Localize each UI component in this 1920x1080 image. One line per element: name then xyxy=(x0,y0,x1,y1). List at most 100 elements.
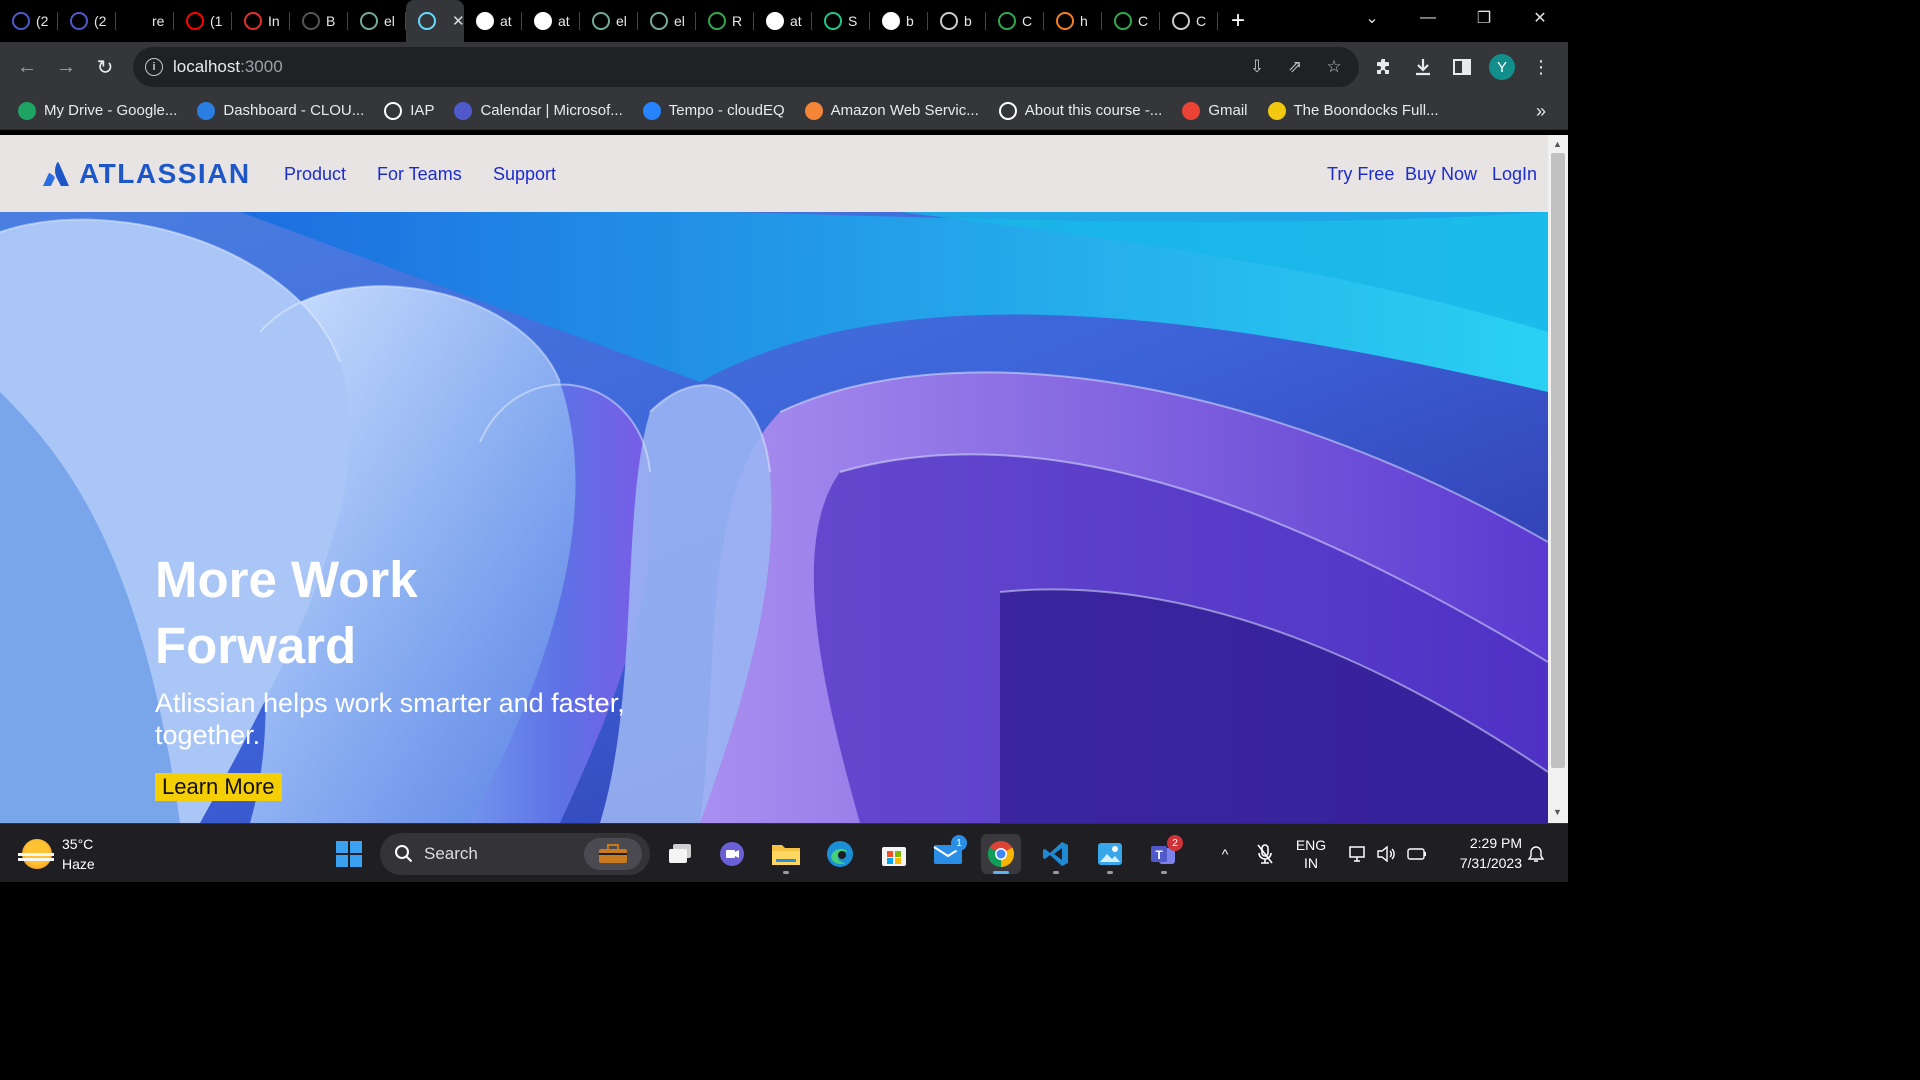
downloads-icon[interactable] xyxy=(1410,54,1436,80)
taskbar-search[interactable]: Search xyxy=(380,833,650,875)
windows-taskbar: 35°C Haze Search 1 T 2 ^ ENG IN 2:29 PM … xyxy=(0,823,1568,882)
atlassian-logo[interactable]: ATLASSIAN xyxy=(43,158,251,190)
bookmark-item[interactable]: Gmail xyxy=(1182,101,1248,120)
browser-tab[interactable]: el xyxy=(348,0,406,42)
volume-icon[interactable] xyxy=(1374,824,1398,883)
bookmark-star-icon[interactable]: ☆ xyxy=(1322,57,1346,77)
share-icon[interactable]: ⇗ xyxy=(1283,57,1307,77)
bookmark-list: My Drive - Google... Dashboard - CLOU... I… xyxy=(18,101,1459,120)
nav-link-product[interactable]: Product xyxy=(284,164,346,185)
search-highlight-icon xyxy=(584,838,642,870)
browser-tab[interactable]: (2 xyxy=(58,0,116,42)
nav-link-support[interactable]: Support xyxy=(493,164,556,185)
browser-tab[interactable]: C xyxy=(1160,0,1218,42)
scroll-down-icon[interactable]: ▼ xyxy=(1553,807,1562,817)
restore-button[interactable]: ❐ xyxy=(1456,0,1512,36)
notification-icon[interactable] xyxy=(1524,824,1548,883)
mic-muted-icon[interactable] xyxy=(1246,824,1284,883)
bookmark-item[interactable]: IAP xyxy=(384,101,434,120)
nav-link-for-teams[interactable]: For Teams xyxy=(377,164,462,185)
chrome-icon[interactable] xyxy=(981,834,1021,874)
nav-link-buy-now[interactable]: Buy Now xyxy=(1405,164,1477,185)
tab-title: el xyxy=(616,13,627,29)
browser-tab[interactable]: h xyxy=(1044,0,1102,42)
bookmark-item[interactable]: Tempo - cloudEQ xyxy=(642,101,785,120)
browser-tab[interactable]: C xyxy=(1102,0,1160,42)
close-tab-icon[interactable]: ✕ xyxy=(452,12,464,30)
language-indicator[interactable]: ENG IN xyxy=(1292,824,1330,883)
bookmark-item[interactable]: Dashboard - CLOU... xyxy=(197,101,364,120)
region-code: IN xyxy=(1304,854,1318,871)
running-indicator xyxy=(1107,871,1113,874)
browser-tab[interactable]: (2 xyxy=(0,0,58,42)
menu-kebab-icon[interactable]: ⋮ xyxy=(1528,54,1554,80)
browser-tab[interactable]: re xyxy=(116,0,174,42)
bookmark-item[interactable]: My Drive - Google... xyxy=(18,101,177,120)
hero-section: More Work Forward Atlissian helps work s… xyxy=(0,212,1548,823)
install-app-icon[interactable]: ⇩ xyxy=(1245,57,1269,77)
photos-icon[interactable] xyxy=(1090,834,1130,874)
page-scrollbar[interactable]: ▲ ▼ xyxy=(1548,135,1568,823)
profile-avatar[interactable]: Y xyxy=(1489,54,1515,80)
bookmark-item[interactable]: The Boondocks Full... xyxy=(1267,101,1439,120)
start-button[interactable] xyxy=(329,834,369,874)
clock-date: 7/31/2023 xyxy=(1459,855,1522,871)
browser-tab[interactable]: b xyxy=(928,0,986,42)
vuetify-icon xyxy=(824,12,842,30)
browser-toolbar: ← → ↻ i localhost:3000 ⇩ ⇗ ☆ Y ⋮ xyxy=(0,42,1568,92)
new-tab-button[interactable]: + xyxy=(1218,0,1258,42)
tab-title: (2 xyxy=(36,13,49,29)
nav-link-login[interactable]: LogIn xyxy=(1492,164,1537,185)
task-view-icon[interactable] xyxy=(660,834,700,874)
browser-tab[interactable]: In xyxy=(232,0,290,42)
battery-icon[interactable] xyxy=(1403,824,1431,883)
browser-tab[interactable]: C xyxy=(986,0,1044,42)
site-info-icon[interactable]: i xyxy=(145,58,163,76)
show-hidden-icons[interactable]: ^ xyxy=(1212,824,1238,883)
network-icon[interactable] xyxy=(1344,824,1372,883)
scroll-up-icon[interactable]: ▲ xyxy=(1553,139,1562,149)
weather-widget[interactable]: 35°C Haze xyxy=(18,834,95,874)
tab-title: C xyxy=(1022,13,1033,29)
browser-tab[interactable]: el xyxy=(638,0,696,42)
running-indicator xyxy=(1053,871,1059,874)
tab-search-icon[interactable]: ⌄ xyxy=(1344,0,1400,36)
learn-more-button[interactable]: Learn More xyxy=(155,773,282,801)
browser-tab[interactable]: at xyxy=(754,0,812,42)
file-explorer-icon[interactable] xyxy=(766,834,806,874)
browser-tab[interactable]: (1 xyxy=(174,0,232,42)
microsoft-store-icon[interactable] xyxy=(874,834,914,874)
close-window-button[interactable]: ✕ xyxy=(1512,0,1568,36)
bookmark-item[interactable]: About this course -... xyxy=(998,101,1162,120)
browser-tab[interactable]: R xyxy=(696,0,754,42)
browser-tab[interactable]: S xyxy=(812,0,870,42)
w-icon xyxy=(998,12,1016,30)
forward-button[interactable]: → xyxy=(51,52,81,82)
bookmark-item[interactable]: Amazon Web Servic... xyxy=(804,101,979,120)
teams-chat-icon[interactable] xyxy=(712,834,752,874)
extensions-icon[interactable] xyxy=(1371,54,1397,80)
edge-browser-icon[interactable] xyxy=(820,834,860,874)
back-button[interactable]: ← xyxy=(12,52,42,82)
tab-list: (2 (2 re (1 In Bel ✕ at at el el Rat Sb b Ch C C xyxy=(0,0,1218,42)
teams-icon[interactable]: T 2 xyxy=(1144,834,1184,874)
mail-icon[interactable]: 1 xyxy=(928,834,968,874)
browser-tab[interactable]: B xyxy=(290,0,348,42)
system-clock[interactable]: 2:29 PM 7/31/2023 xyxy=(1440,833,1522,873)
browser-tab[interactable]: at xyxy=(522,0,580,42)
address-bar[interactable]: i localhost:3000 ⇩ ⇗ ☆ xyxy=(133,47,1359,87)
scroll-thumb[interactable] xyxy=(1551,153,1565,768)
minimize-button[interactable]: — xyxy=(1400,0,1456,36)
more-bookmarks-button[interactable]: » xyxy=(1536,101,1546,122)
browser-tab-active[interactable]: ✕ xyxy=(406,0,464,42)
aws-icon xyxy=(804,101,823,120)
reload-button[interactable]: ↻ xyxy=(90,52,120,82)
bookmark-item[interactable]: Calendar | Microsof... xyxy=(454,101,623,120)
browser-tab[interactable]: b xyxy=(870,0,928,42)
browser-tab[interactable]: at xyxy=(464,0,522,42)
url-text[interactable]: localhost:3000 xyxy=(173,57,283,77)
browser-tab[interactable]: el xyxy=(580,0,638,42)
side-panel-icon[interactable] xyxy=(1449,54,1475,80)
vscode-icon[interactable] xyxy=(1036,834,1076,874)
nav-link-try-free[interactable]: Try Free xyxy=(1327,164,1394,185)
